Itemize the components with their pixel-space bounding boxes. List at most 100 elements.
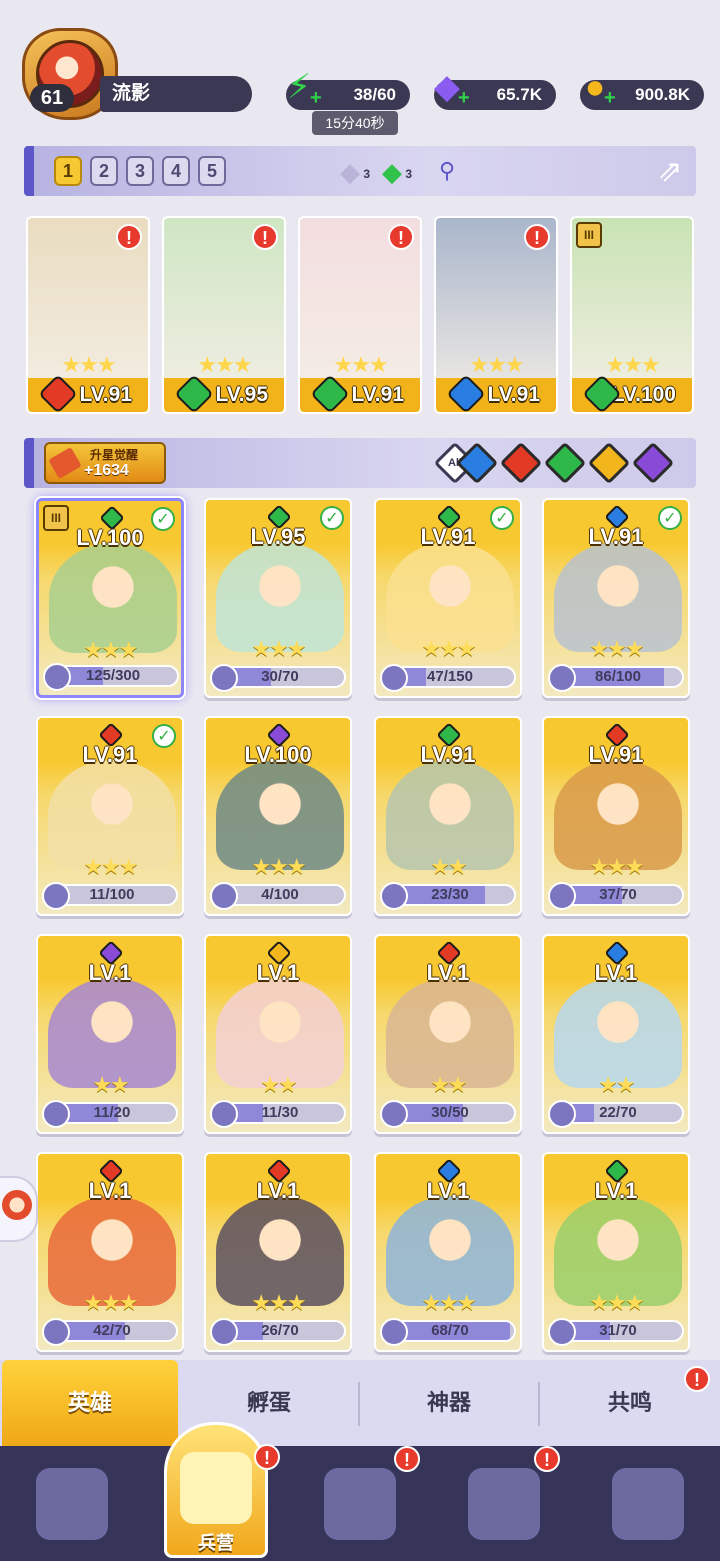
team-slot[interactable]: ★★★ LV.91! bbox=[298, 216, 422, 414]
hero-card[interactable]: LV.1 ★★ 30/50 bbox=[374, 934, 522, 1134]
hero-card[interactable]: LV.1 ★★★ 42/70 bbox=[36, 1152, 184, 1352]
section-tabs: 英雄 孵蛋 神器 共鸣 ! bbox=[0, 1360, 720, 1446]
in-team-check-icon: ✓ bbox=[151, 507, 175, 531]
hero-shard-icon bbox=[548, 1318, 576, 1346]
star-rating: ★★★ bbox=[83, 637, 138, 662]
hero-level: LV.1 bbox=[426, 1178, 470, 1203]
team-tab-4[interactable]: 4 bbox=[162, 156, 190, 186]
hero-level: LV.1 bbox=[256, 1178, 300, 1203]
upgrade-alert-badge: ! bbox=[388, 224, 414, 250]
nav-mushroom[interactable] bbox=[576, 1446, 720, 1561]
team-slot[interactable]: ★★★ LV.95! bbox=[162, 216, 286, 414]
hero-card[interactable]: LV.91 ★★★ 11/100 ✓ bbox=[36, 716, 184, 916]
resonance-alert-badge: ! bbox=[684, 1366, 710, 1392]
green-crystal-icon[interactable]: ◆ 3 bbox=[374, 154, 412, 190]
upgrade-alert-badge: ! bbox=[252, 224, 278, 250]
team-tab-1[interactable]: 1 bbox=[54, 156, 82, 186]
hero-card[interactable]: LV.1 ★★ 11/30 bbox=[204, 934, 352, 1134]
upgrade-alert-badge: ! bbox=[116, 224, 142, 250]
top-bar: 61 流影 38/60 ⚡ + 15分40秒 65.7K ◆ + 900.8K … bbox=[0, 0, 720, 140]
hero-card[interactable]: LV.1 ★★★ 31/70 bbox=[542, 1152, 690, 1352]
hero-card[interactable]: LV.91 ★★ 23/30 bbox=[374, 716, 522, 916]
add-energy-icon[interactable]: + bbox=[310, 88, 326, 108]
filter-dark-icon[interactable] bbox=[631, 441, 675, 485]
star-rating: ★★★ bbox=[421, 1290, 476, 1315]
helper-portrait bbox=[2, 1190, 32, 1220]
hero-shard-icon bbox=[548, 882, 576, 910]
star-awaken-label: 升星觉醒 bbox=[90, 448, 139, 462]
hero-level: LV.1 bbox=[426, 960, 470, 985]
add-gold-icon[interactable]: + bbox=[604, 88, 620, 108]
hero-shard-icon bbox=[210, 882, 238, 910]
rank-badge-icon: III bbox=[43, 505, 69, 531]
star-rating: ★★★ bbox=[589, 636, 644, 661]
hero-level: LV.1 bbox=[88, 960, 132, 985]
team-slot[interactable]: ★★★ LV.91! bbox=[434, 216, 558, 414]
hero-shard-icon bbox=[42, 1100, 70, 1128]
hero-card[interactable]: LV.91 ★★★ 86/100 ✓ bbox=[542, 498, 690, 698]
sword-icon bbox=[48, 446, 82, 480]
hero-shard-icon bbox=[548, 664, 576, 692]
nav-barracks[interactable]: 兵营 ! bbox=[144, 1422, 288, 1561]
nav-map[interactable]: ! bbox=[288, 1446, 432, 1561]
team-tab-5[interactable]: 5 bbox=[198, 156, 226, 186]
in-team-check-icon: ✓ bbox=[320, 506, 344, 530]
hero-card[interactable]: LV.1 ★★★ 68/70 bbox=[374, 1152, 522, 1352]
hero-card[interactable]: LV.1 ★★ 22/70 bbox=[542, 934, 690, 1134]
search-icon[interactable]: ⚲ bbox=[432, 156, 462, 186]
star-rating: ★★ bbox=[92, 1072, 129, 1097]
filter-nature-icon[interactable] bbox=[543, 441, 587, 485]
hero-shard-icon bbox=[210, 1100, 238, 1128]
hero-card[interactable]: LV.1 ★★★ 26/70 bbox=[204, 1152, 352, 1352]
hero-level: LV.1 bbox=[594, 1178, 638, 1203]
nav-cards[interactable] bbox=[0, 1446, 144, 1561]
rank-badge-icon: III bbox=[576, 222, 602, 248]
star-rating: ★★★ bbox=[251, 636, 306, 661]
star-rating: ★★★ bbox=[333, 352, 388, 377]
nav-castle[interactable]: ! bbox=[432, 1446, 576, 1561]
star-rating: ★★★ bbox=[83, 1290, 138, 1315]
cards-icon bbox=[36, 1468, 108, 1540]
hero-shard-icon bbox=[380, 1318, 408, 1346]
hero-card[interactable]: LV.95 ★★★ 30/70 ✓ bbox=[204, 498, 352, 698]
hero-card[interactable]: LV.100 ★★★ 4/100 bbox=[204, 716, 352, 916]
hero-level: LV.100 bbox=[244, 742, 312, 767]
star-rating: ★★★ bbox=[251, 1290, 306, 1315]
hero-level: LV.91 bbox=[420, 742, 476, 767]
in-team-check-icon: ✓ bbox=[658, 506, 682, 530]
team-slot[interactable]: ★★★ LV.100 III bbox=[570, 216, 694, 414]
star-rating: ★★★ bbox=[589, 854, 644, 879]
team-tab-2[interactable]: 2 bbox=[90, 156, 118, 186]
star-rating: ★★★ bbox=[61, 352, 116, 377]
hero-card[interactable]: LV.91 ★★★ 47/150 ✓ bbox=[374, 498, 522, 698]
filter-fire-icon[interactable] bbox=[499, 441, 543, 485]
share-icon[interactable]: ⇗ bbox=[650, 152, 690, 192]
hero-card[interactable]: LV.1 ★★ 11/20 bbox=[36, 934, 184, 1134]
floating-helper-avatar[interactable] bbox=[0, 1176, 38, 1242]
filter-light-icon[interactable] bbox=[587, 441, 631, 485]
map-alert-badge: ! bbox=[394, 1446, 420, 1472]
tab-heroes[interactable]: 英雄 bbox=[2, 1360, 178, 1446]
hero-shard-icon bbox=[43, 663, 71, 691]
hero-card[interactable]: LV.91 ★★★ 37/70 bbox=[542, 716, 690, 916]
white-crystal-icon[interactable]: ◆ 3 bbox=[332, 154, 370, 190]
castle-alert-badge: ! bbox=[534, 1446, 560, 1472]
team-select-bar: 1 2 3 4 5 ◆ 3 ◆ 3 ⚲ ⇗ bbox=[24, 146, 696, 196]
star-rating: ★★★ bbox=[605, 352, 660, 377]
in-team-check-icon: ✓ bbox=[490, 506, 514, 530]
tab-artifacts[interactable]: 神器 bbox=[360, 1360, 538, 1446]
hero-level: LV.1 bbox=[88, 1178, 132, 1203]
bottom-nav: 兵营 ! ! ! bbox=[0, 1422, 720, 1561]
hero-shard-icon bbox=[210, 1318, 238, 1346]
star-awaken-value: +1634 bbox=[84, 462, 129, 479]
hero-shard-icon bbox=[380, 664, 408, 692]
add-gems-icon[interactable]: + bbox=[458, 88, 474, 108]
team-tab-3[interactable]: 3 bbox=[126, 156, 154, 186]
hero-card[interactable]: LV.100 ★★★ 125/300 ✓ III bbox=[36, 498, 184, 698]
team-slot[interactable]: ★★★ LV.91! bbox=[26, 216, 150, 414]
in-team-check-icon: ✓ bbox=[152, 724, 176, 748]
star-awaken-button[interactable]: 升星觉醒 +1634 bbox=[44, 442, 166, 484]
hero-level: LV.91 bbox=[588, 742, 644, 767]
hero-shard-icon bbox=[42, 882, 70, 910]
star-rating: ★★ bbox=[430, 854, 467, 879]
